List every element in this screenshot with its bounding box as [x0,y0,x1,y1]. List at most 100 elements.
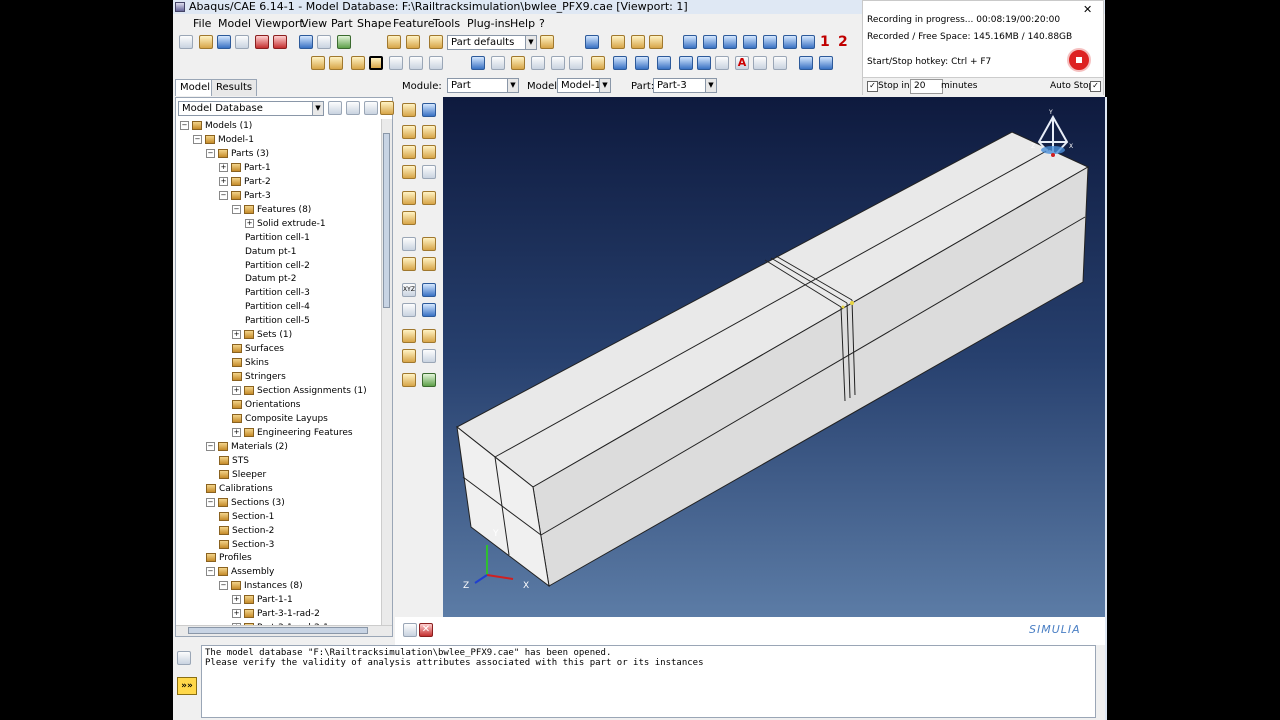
model-tree[interactable]: − Models (1) − Model-1− Parts (3) + Part-1 + Par… [176,119,382,626]
partition-cell-point-icon[interactable] [422,257,436,271]
print-icon[interactable] [235,35,249,49]
create-cut-icon[interactable] [402,145,416,159]
menu-help[interactable]: Help [510,17,535,30]
replace-selected-icon[interactable] [591,56,605,70]
render-shaded-icon[interactable] [337,35,351,49]
menu-plugins[interactable]: Plug-ins [467,17,510,30]
datum-point-icon[interactable]: XYZ [402,283,416,297]
save-icon[interactable] [217,35,231,49]
annotation-text-icon[interactable]: A [735,56,749,70]
tree-node[interactable]: Partition cell-5 [245,315,310,327]
tree-node[interactable]: STS [219,455,249,467]
datum-plane-icon[interactable] [402,303,416,317]
collapse-icon[interactable]: − [206,497,215,507]
mirror-icon[interactable] [402,191,416,205]
query-icon[interactable] [406,35,420,49]
expand-icon[interactable]: + [232,595,241,605]
select-icon[interactable] [369,56,383,70]
import-icon[interactable] [255,35,269,49]
display-group-manager-icon[interactable] [422,373,436,387]
menu-whatsthis[interactable]: ? [539,17,545,30]
view-iso-icon[interactable] [611,35,625,49]
tree-node[interactable]: Stringers [232,371,286,383]
tree-node[interactable]: + Section Assignments (1) [232,385,367,397]
remove-selected-icon[interactable] [657,56,671,70]
create-wire-icon[interactable] [422,165,436,179]
export-icon[interactable] [273,35,287,49]
create-surface-icon[interactable] [422,329,436,343]
menu-shape[interactable]: Shape [357,17,391,30]
collapse-icon[interactable]: − [206,567,215,577]
new-icon[interactable] [179,35,193,49]
tree-node[interactable]: + Part-2 [219,176,271,188]
show-all-icon[interactable] [679,56,693,70]
create-shell-icon[interactable] [422,145,436,159]
cursor-icon[interactable] [773,56,787,70]
expand-icon[interactable]: + [232,330,241,340]
previous-icon[interactable] [403,623,417,637]
tree-node[interactable]: + Part-1-1 [232,594,293,606]
tree-filter-icon[interactable] [328,101,342,115]
expand-icon[interactable]: + [232,609,241,619]
view-front-icon[interactable] [631,35,645,49]
info-icon[interactable] [585,35,599,49]
view-1-button[interactable]: 1 [820,34,830,50]
menu-feature[interactable]: Feature [393,17,435,30]
cycle-icon[interactable] [429,56,443,70]
message-area-icon[interactable] [177,651,191,665]
tree-collapse-icon[interactable] [346,101,360,115]
tree-node[interactable]: − Sections (3) [206,497,285,509]
tree-node[interactable]: − Model-1 [193,134,254,146]
tree-node[interactable]: Partition cell-2 [245,260,310,272]
tree-node[interactable]: Partition cell-3 [245,287,310,299]
zoom-icon[interactable] [511,56,525,70]
expand-icon[interactable]: + [245,218,254,228]
view-yx-icon[interactable] [703,35,717,49]
tab-model[interactable]: Model [175,79,216,96]
view-zx-icon[interactable] [743,35,757,49]
model-select[interactable]: Model-1 ▼ [557,78,611,93]
tab-results[interactable]: Results [211,79,258,96]
tree-node[interactable]: Section-1 [219,511,274,523]
box-zoom-icon[interactable] [531,56,545,70]
redo-icon[interactable] [409,56,423,70]
part-defaults-select[interactable]: Part defaults ▼ [447,35,537,50]
collapse-icon[interactable]: − [180,121,189,130]
part-select[interactable]: Part-3 ▼ [653,78,717,93]
tree-node[interactable]: Calibrations [206,483,273,495]
tree-tips-icon[interactable] [380,101,394,115]
edit-feature-icon[interactable] [402,211,416,225]
query-points-icon[interactable] [715,56,729,70]
create-solid-revolve-icon[interactable] [422,125,436,139]
tree-node[interactable]: + Engineering Features [232,427,353,439]
module-select[interactable]: Part ▼ [447,78,519,93]
auto-stop-checkbox[interactable]: ✓ [1090,81,1101,92]
create-solid-extrude-icon[interactable] [402,125,416,139]
tree-node[interactable]: Orientations [232,399,301,411]
expand-icon[interactable]: + [219,162,228,172]
tree-node[interactable]: Profiles [206,552,252,564]
stop-in-minutes-input[interactable]: 20 [910,79,943,94]
view-2-button[interactable]: 2 [838,34,848,50]
menu-tools[interactable]: Tools [433,17,460,30]
tree-node[interactable]: Datum pt-1 [245,246,297,258]
close-icon[interactable]: ✕ [1083,3,1092,16]
tree-node[interactable]: + Part-3-1-rad-2 [232,608,320,620]
tree-node[interactable]: − Instances (8) [219,580,303,592]
color-code-icon[interactable] [540,35,554,49]
menu-viewport[interactable]: Viewport [255,17,304,30]
database-select[interactable]: Model Database ▼ [178,101,324,116]
parallel-icon[interactable] [329,56,343,70]
datum-csys-icon[interactable] [422,303,436,317]
view-zy-icon[interactable] [783,35,797,49]
tree-node[interactable]: − Part-3 [219,190,271,202]
sketch-icon[interactable] [697,56,711,70]
datum-display-icon[interactable] [351,56,365,70]
record-stop-button[interactable] [1067,48,1091,72]
menu-view[interactable]: View [301,17,327,30]
pan-icon[interactable] [471,56,485,70]
tree-node[interactable]: + Part-1 [219,162,271,174]
create-part-icon[interactable] [402,103,416,117]
tree-node[interactable]: Partition cell-4 [245,301,310,313]
expand-icon[interactable]: + [232,427,241,437]
